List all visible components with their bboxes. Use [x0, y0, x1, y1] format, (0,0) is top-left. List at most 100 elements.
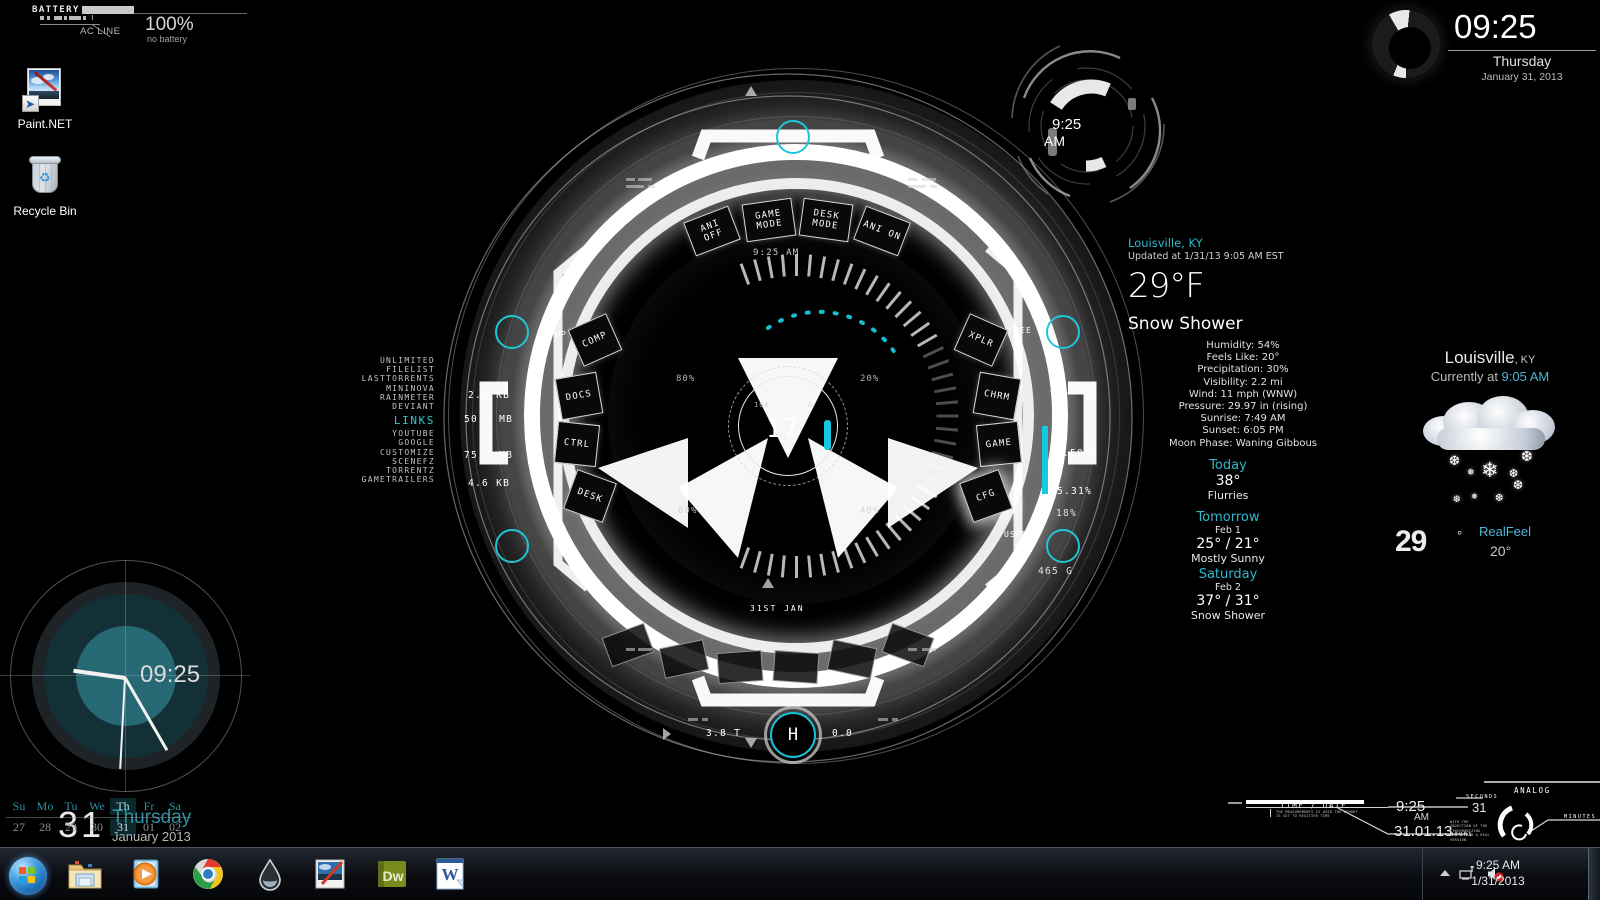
snowflake-icon: ❆ [1495, 493, 1504, 504]
weather-details-list: Humidity: 54% Feels Like: 20° Precipitat… [1128, 340, 1388, 450]
weather-card-currently-time: 9:05 AM [1501, 369, 1550, 384]
battery-bar-track [82, 6, 247, 14]
tray-clock-date[interactable]: 1/31/2013 [1452, 874, 1544, 888]
snowflake-icon: ❅ [1467, 467, 1475, 477]
calendar-day-02[interactable]: 02 [162, 819, 188, 836]
weather-card-city: Louisville, KY [1385, 348, 1595, 368]
calendar-header-su: Su [12, 799, 26, 813]
forecast-summary: Mostly Sunny [1191, 551, 1265, 565]
weather-detail-humidity: Humidity: 54% [1206, 340, 1280, 351]
taskbar-item-word[interactable]: W [428, 853, 472, 895]
calendar-day-27[interactable]: 27 [6, 819, 32, 836]
weather-detail-visibility: Visibility: 2.2 mi [1203, 376, 1283, 388]
taskbar-item-rainmeter[interactable] [248, 853, 292, 895]
clock-divider [1448, 50, 1596, 51]
taskbar-item-media-player[interactable] [124, 853, 168, 895]
weather-card-realfeel-value: 20° [1490, 543, 1512, 559]
taskbar-item-chrome[interactable] [186, 853, 230, 895]
battery-dashes [40, 16, 100, 20]
forecast-day-label: Tomorrow [1196, 509, 1260, 525]
show-hidden-icons-icon[interactable] [1440, 870, 1450, 876]
weather-detail-precipitation: Precipitation: 30% [1197, 364, 1289, 376]
circular-clock-widget: 9:25 AM [1000, 38, 1175, 213]
link-lasttorrents[interactable]: LASTTORRENTS [330, 374, 435, 383]
battery-ac-label: AC LINE [80, 26, 121, 37]
links-header: LINKS [393, 414, 435, 428]
forecast-day-label: Today [1209, 457, 1247, 473]
dreamweaver-icon: Dw [378, 861, 406, 887]
taskbar-glass [0, 848, 1600, 874]
desktop: BATTERY AC LINE 100% no battery ➤ Paint.… [0, 0, 1600, 900]
link-mininova[interactable]: MININOVA [330, 384, 435, 393]
weather-updated: Updated at 1/31/13 9:05 AM EST [1128, 251, 1284, 262]
clock-ring-hole [1389, 27, 1431, 69]
svg-text:W: W [442, 865, 459, 884]
snowflake-icon: ❆ [1521, 448, 1533, 464]
desktop-icon-label: Recycle Bin [13, 204, 77, 218]
circular-clock-ampm: AM [1044, 133, 1065, 149]
clock-day: Thursday [1492, 53, 1552, 69]
link-filelist[interactable]: FILELIST [330, 365, 435, 374]
weather-forecast-saturday: Saturday Feb 2 37° / 31° Snow Shower [1128, 567, 1388, 622]
hud-strip-seconds-value: 31 [1472, 800, 1487, 815]
tray-clock-time[interactable]: 9:25 AM [1452, 858, 1544, 872]
link-gametrailers[interactable]: GAMETRAILERS [330, 475, 435, 484]
taskbar-item-dreamweaver[interactable]: Dw [370, 853, 414, 895]
link-customize[interactable]: CUSTOMIZE [330, 448, 435, 457]
system-tray: 9:25 AM 1/31/2013 [1422, 848, 1600, 900]
calendar-divider [6, 817, 191, 818]
calendar-day-29[interactable]: 29 [58, 819, 84, 836]
weather-forecast-tomorrow: Tomorrow Feb 1 25° / 21° Mostly Sunny [1128, 510, 1388, 565]
weather-detail-moon-phase: Moon Phase: Waning Gibbous [1168, 437, 1318, 449]
clock-date: January 31, 2013 [1481, 71, 1563, 83]
battery-percent: 100% [145, 14, 194, 35]
forecast-date: Feb 2 [1215, 581, 1241, 593]
calendar-header-row: Su Mo Tu We Th Fr Sa [6, 798, 191, 815]
forecast-summary: Flurries [1207, 488, 1249, 502]
weather-card-city-name: Louisville [1444, 348, 1515, 367]
weather-detail-pressure: Pressure: 29.97 in (rising) [1178, 401, 1308, 413]
link-google[interactable]: GOOGLE [330, 438, 435, 447]
desktop-icon-recycle-bin[interactable]: ♻ Recycle Bin [0, 152, 90, 218]
start-button[interactable] [3, 853, 47, 895]
link-scenefz[interactable]: SCENEFZ [330, 457, 435, 466]
weather-card-currently: Currently at 9:05 AM [1385, 369, 1595, 384]
svg-text:Dw: Dw [383, 868, 404, 884]
weather-card-temp: 29 [1395, 525, 1427, 558]
weather-card-degree: ° [1457, 528, 1463, 543]
folder-icon [68, 861, 102, 889]
snowflake-icon: ❅ [1471, 492, 1478, 501]
taskbar-item-explorer[interactable] [63, 853, 107, 895]
clock-progress-ring [1372, 10, 1440, 78]
desktop-icon-paint-net[interactable]: ➤ Paint.NET [0, 65, 90, 131]
weather-detail-sunset: Sunset: 6:05 PM [1202, 425, 1284, 437]
hud-strip-analog-arcs [1497, 805, 1534, 841]
taskbar: Dw W 9:25 AM 1/31/2013 [0, 847, 1600, 900]
battery-bar-fill [82, 6, 134, 14]
link-rainmeter[interactable]: RAINMETER [330, 393, 435, 402]
calendar-header-fr: Fr [143, 799, 155, 813]
battery-status: no battery [147, 34, 188, 44]
snow-cloud-icon [1419, 394, 1561, 452]
show-desktop-button[interactable] [1588, 848, 1600, 900]
link-youtube[interactable]: YOUTUBE [330, 429, 435, 438]
calendar-day-01[interactable]: 01 [136, 819, 162, 836]
hud-strip-date: 31.01.13 [1394, 823, 1453, 840]
weather-card-realfeel-label: RealFeel [1479, 524, 1532, 539]
calendar-day-28[interactable]: 28 [32, 819, 58, 836]
clock-time: 09:25 [1454, 8, 1537, 45]
hud-strip-ampm: AM [1414, 812, 1429, 823]
taskbar-item-paint-net[interactable] [308, 853, 352, 895]
forecast-date: Feb 1 [1215, 524, 1241, 536]
weather-temperature: 29°F [1128, 266, 1205, 306]
calendar-day-30[interactable]: 30 [84, 819, 110, 836]
calendar-widget: Su Mo Tu We Th Fr Sa 27 28 29 30 31 01 0… [6, 798, 191, 836]
weather-card-widget: Louisville, KY Currently at 9:05 AM ❆ ❅ … [1385, 348, 1595, 563]
link-deviant[interactable]: DEVIANT [330, 402, 435, 411]
circular-clock-time: 9:25 [1052, 116, 1082, 133]
calendar-day-31[interactable]: 31 [110, 819, 136, 836]
link-torrentz[interactable]: TORRENTZ [330, 466, 435, 475]
link-unlimited[interactable]: UNLIMITED [330, 356, 435, 365]
weather-card-state: , KY [1514, 354, 1536, 366]
snowflake-icon: ❆ [1513, 478, 1524, 492]
